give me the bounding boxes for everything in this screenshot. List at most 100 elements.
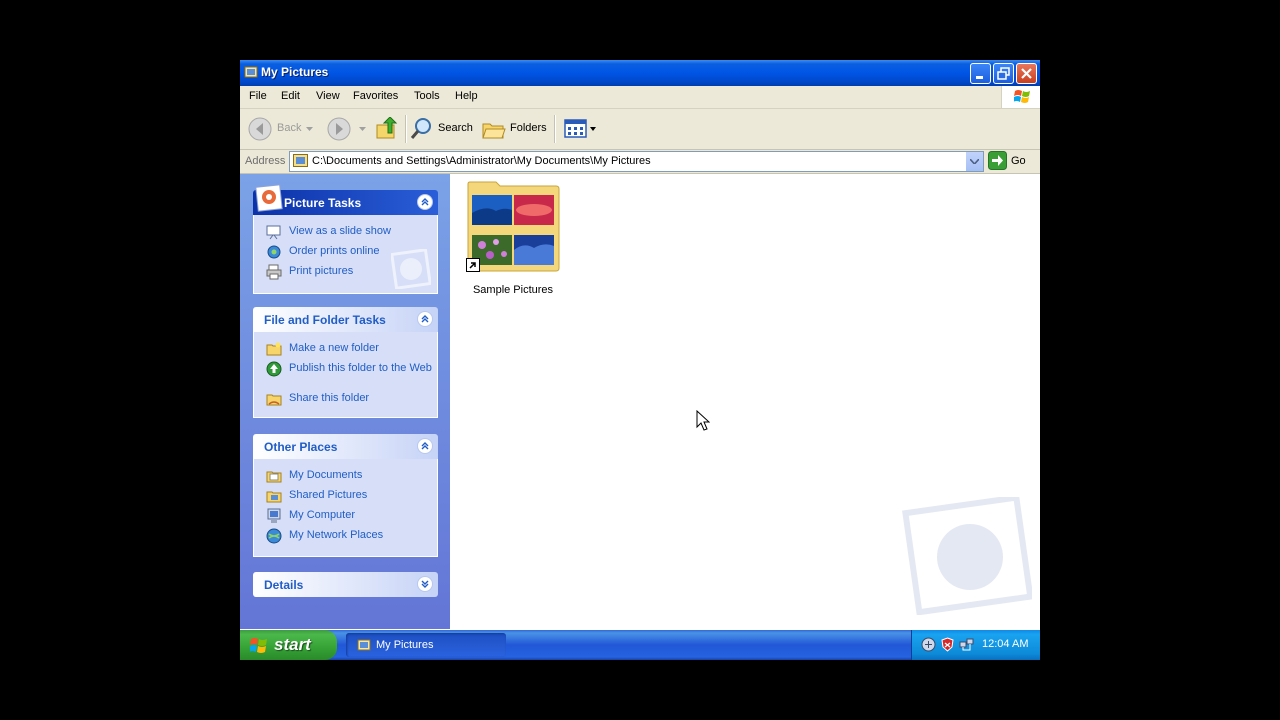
windows-flag-icon xyxy=(1014,90,1030,103)
folder-pictures-icon xyxy=(293,154,308,167)
file-view[interactable]: Sample Pictures xyxy=(450,174,1040,629)
picture-tasks-header[interactable]: Picture Tasks xyxy=(253,184,438,215)
mouse-cursor-icon xyxy=(696,410,710,431)
address-dropdown-button[interactable] xyxy=(965,152,983,171)
slideshow-icon xyxy=(266,225,281,240)
collapse-button[interactable] xyxy=(417,311,433,327)
collapse-button[interactable] xyxy=(417,438,433,454)
menu-edit[interactable]: Edit xyxy=(281,90,300,102)
connection-tray-icon[interactable] xyxy=(959,637,974,652)
search-label: Search xyxy=(438,122,473,134)
folders-icon xyxy=(482,123,506,139)
my-pictures-icon xyxy=(244,66,258,78)
desktop-screen: My Pictures File Edit View Favorites Too… xyxy=(240,60,1040,660)
taskbar: start My Pictures 12:04 AM xyxy=(240,630,1040,660)
my-pictures-icon xyxy=(357,639,371,651)
forward-arrow-icon xyxy=(327,117,351,141)
order-prints-icon xyxy=(267,245,281,259)
clock[interactable]: 12:04 AM xyxy=(982,638,1028,650)
print-icon xyxy=(266,264,282,280)
go-button[interactable]: Go xyxy=(988,151,1038,171)
network-places-icon xyxy=(266,528,282,544)
task-pane: Picture Tasks View as a slide show Order… xyxy=(240,174,450,629)
my-documents-icon xyxy=(266,471,282,483)
taskbar-window-button[interactable]: My Pictures xyxy=(346,633,506,657)
go-label: Go xyxy=(1011,155,1026,167)
menu-file[interactable]: File xyxy=(249,90,267,102)
close-icon xyxy=(1021,68,1032,79)
other-places-header[interactable]: Other Places xyxy=(253,434,438,459)
address-label: Address xyxy=(245,155,286,167)
folders-button[interactable]: Folders xyxy=(482,109,548,149)
windows-logo-box xyxy=(1001,86,1040,108)
search-icon xyxy=(410,118,431,139)
start-label: start xyxy=(274,635,311,654)
details-title: Details xyxy=(264,578,304,592)
task-label: View as a slide show xyxy=(289,225,391,237)
menu-view[interactable]: View xyxy=(316,90,340,102)
back-dropdown-icon xyxy=(306,127,313,131)
shortcut-arrow-icon xyxy=(466,258,480,272)
toolbar-separator xyxy=(405,115,407,143)
my-computer-icon xyxy=(267,508,281,523)
picture-tasks-panel: Picture Tasks View as a slide show Order… xyxy=(253,184,438,294)
back-label: Back xyxy=(277,122,302,134)
title-bar[interactable]: My Pictures xyxy=(240,60,1040,86)
views-button[interactable] xyxy=(562,109,598,149)
close-button[interactable] xyxy=(1016,63,1037,84)
views-icon xyxy=(564,119,587,138)
chevron-up-icon xyxy=(421,442,429,450)
task-label: Share this folder xyxy=(289,392,370,404)
expand-button[interactable] xyxy=(417,576,433,592)
address-input[interactable]: C:\Documents and Settings\Administrator\… xyxy=(289,151,984,172)
place-label: My Computer xyxy=(289,509,356,521)
chevron-up-icon xyxy=(421,198,429,206)
network-tray-icon[interactable] xyxy=(921,637,936,652)
chevron-up-icon xyxy=(421,315,429,323)
address-path: C:\Documents and Settings\Administrator\… xyxy=(312,155,651,167)
up-folder-button[interactable] xyxy=(374,109,400,149)
picture-watermark-icon xyxy=(391,249,431,289)
task-label: Publish this folder to the Web xyxy=(289,362,432,374)
restore-button[interactable] xyxy=(993,63,1014,84)
views-dropdown-icon xyxy=(590,127,596,131)
picture-tasks-icon xyxy=(255,184,283,212)
pictures-watermark-icon xyxy=(902,497,1032,615)
windows-flag-icon xyxy=(250,638,267,653)
sample-pictures-folder[interactable]: Sample Pictures xyxy=(466,180,560,296)
system-tray: 12:04 AM xyxy=(911,630,1040,660)
start-button[interactable]: start xyxy=(240,630,337,660)
back-arrow-icon xyxy=(248,117,272,141)
up-folder-icon xyxy=(376,117,398,139)
collapse-button[interactable] xyxy=(417,194,433,210)
menu-help[interactable]: Help xyxy=(455,90,478,102)
toolbar-separator xyxy=(554,115,556,143)
menu-tools[interactable]: Tools xyxy=(414,90,440,102)
details-header[interactable]: Details xyxy=(253,572,438,597)
restore-icon xyxy=(997,67,1010,80)
other-places-panel: Other Places My Documents Shared Picture… xyxy=(253,434,438,557)
file-folder-tasks-panel: File and Folder Tasks Make a new folder … xyxy=(253,307,438,418)
folders-label: Folders xyxy=(510,122,547,134)
folder-label: Sample Pictures xyxy=(472,284,554,296)
publish-web-icon xyxy=(266,361,282,377)
shared-pictures-icon xyxy=(266,491,282,503)
picture-tasks-body: View as a slide show Order prints online… xyxy=(253,215,438,294)
menu-favorites[interactable]: Favorites xyxy=(353,90,398,102)
place-label: My Network Places xyxy=(289,529,384,541)
details-panel: Details xyxy=(253,572,438,597)
go-arrow-icon xyxy=(988,151,1007,170)
chevron-down-icon xyxy=(970,159,979,164)
address-bar: Address C:\Documents and Settings\Admini… xyxy=(240,150,1040,174)
file-folder-tasks-title: File and Folder Tasks xyxy=(264,313,386,327)
search-button[interactable]: Search xyxy=(410,109,474,149)
other-places-title: Other Places xyxy=(264,440,338,454)
minimize-button[interactable] xyxy=(970,63,991,84)
file-folder-tasks-header[interactable]: File and Folder Tasks xyxy=(253,307,438,332)
security-shield-icon[interactable] xyxy=(940,637,955,652)
forward-button[interactable] xyxy=(326,109,366,149)
back-button[interactable]: Back xyxy=(246,109,313,149)
standard-toolbar: Back Search Folders xyxy=(240,109,1040,150)
new-folder-icon xyxy=(266,342,282,356)
window-title: My Pictures xyxy=(261,65,329,79)
